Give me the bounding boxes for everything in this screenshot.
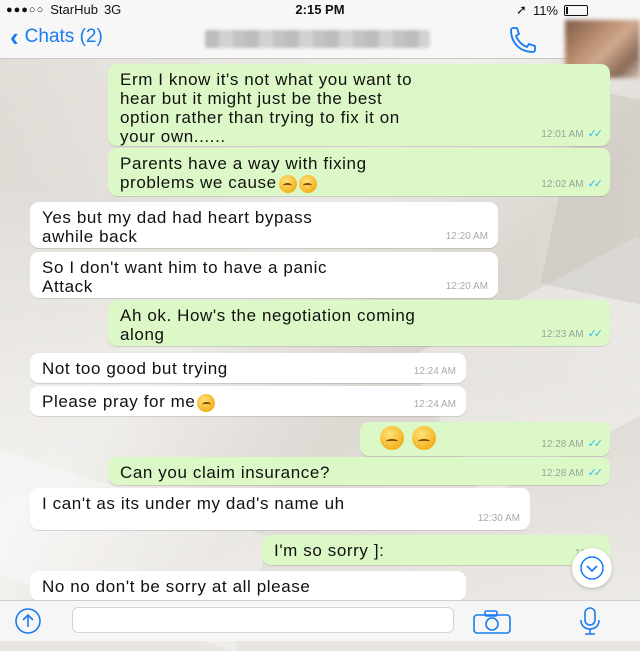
message-time: 12:28 AM bbox=[541, 439, 584, 450]
location-icon: ➚ bbox=[516, 2, 527, 17]
message-time: 12:28 AM bbox=[541, 468, 584, 479]
message-text: Not too good but trying bbox=[42, 359, 228, 378]
battery-icon bbox=[564, 4, 588, 16]
read-receipt-icon: ✓✓ bbox=[587, 328, 604, 340]
incoming-message[interactable]: So I don't want him to have a panic Atta… bbox=[30, 252, 498, 298]
incoming-message[interactable]: I can't as its under my dad's name uh 12:… bbox=[30, 488, 530, 530]
message-text: Can you claim insurance? bbox=[120, 463, 330, 482]
chat-header: ‹ Chats (2) bbox=[0, 20, 640, 78]
emoji-icon bbox=[278, 174, 297, 193]
message-text: Please pray for me bbox=[42, 392, 456, 412]
back-button[interactable]: ‹ Chats (2) bbox=[10, 22, 103, 52]
read-receipt-icon: ✓✓ bbox=[587, 438, 604, 450]
read-receipt-icon: ✓✓ bbox=[587, 467, 604, 479]
outgoing-message[interactable]: 12:28 AM ✓✓ bbox=[360, 422, 610, 456]
message-time: 12:30 AM bbox=[477, 513, 520, 524]
message-time: 12:23 AM bbox=[541, 329, 584, 340]
message-meta: 12:23 AM ✓✓ bbox=[541, 325, 604, 344]
message-meta: 12:02 AM ✓✓ bbox=[541, 175, 604, 194]
outgoing-message[interactable]: Ah ok. How's the negotiation coming alon… bbox=[108, 300, 610, 346]
incoming-message[interactable]: Yes but my dad had heart bypass awhile b… bbox=[30, 202, 498, 248]
outgoing-message[interactable]: Erm I know it's not what you want to hea… bbox=[108, 64, 610, 146]
camera-icon[interactable] bbox=[472, 609, 512, 635]
input-bar bbox=[0, 600, 640, 641]
outgoing-message[interactable]: Parents have a way with fixing problems … bbox=[108, 148, 610, 196]
message-text: Parents have a way with fixing problems … bbox=[120, 154, 367, 193]
battery-fill bbox=[566, 6, 569, 14]
message-text: I can't as its under my dad's name uh bbox=[42, 494, 345, 513]
message-input[interactable] bbox=[72, 607, 454, 633]
contact-name-redacted[interactable] bbox=[205, 30, 430, 48]
outgoing-message[interactable]: I'm so sorry ]:12:30 bbox=[262, 535, 610, 565]
chevron-down-icon bbox=[580, 556, 604, 580]
status-bar: ●●●○○ StarHub 3G 2:15 PM ➚ 11% bbox=[0, 0, 640, 20]
incoming-message[interactable]: Please pray for me 12:24 AM bbox=[30, 386, 466, 416]
emoji-icon bbox=[412, 426, 436, 450]
emoji-icon bbox=[197, 393, 216, 412]
battery-percent: 11% bbox=[532, 2, 558, 18]
message-text: Ah ok. How's the negotiation coming alon… bbox=[120, 306, 416, 344]
message-meta: 12:20 AM bbox=[446, 227, 488, 246]
message-time: 12:01 AM bbox=[541, 129, 584, 140]
message-meta: 12:30 AM bbox=[478, 509, 520, 528]
message-time: 12:24 AM bbox=[413, 399, 456, 410]
message-time: 12:02 AM bbox=[541, 179, 584, 190]
message-time: 12:20 AM bbox=[445, 281, 488, 292]
status-right: ➚ 11% bbox=[516, 2, 588, 18]
message-meta: 12:24 AM bbox=[414, 362, 456, 381]
incoming-message[interactable]: Not too good but trying 12:24 AM bbox=[30, 353, 466, 383]
message-text: So I don't want him to have a panic Atta… bbox=[42, 258, 328, 296]
message-text: No no don't be sorry at all please bbox=[42, 577, 311, 596]
message-list: Erm I know it's not what you want to hea… bbox=[0, 58, 640, 601]
emoji-icon bbox=[380, 426, 404, 450]
message-text: Yes but my dad had heart bypass awhile b… bbox=[42, 208, 313, 246]
back-button-label: Chats (2) bbox=[24, 26, 103, 47]
outgoing-message[interactable]: Can you claim insurance? 12:28 AM ✓✓ bbox=[108, 457, 610, 485]
message-meta: 12:01 AM ✓✓ bbox=[541, 125, 604, 144]
message-time: 12:20 AM bbox=[445, 231, 488, 242]
message-meta: 12:20 AM bbox=[446, 277, 488, 296]
scroll-to-bottom-button[interactable] bbox=[572, 548, 612, 588]
incoming-message[interactable]: No no don't be sorry at all please bbox=[30, 571, 466, 601]
phone-icon[interactable] bbox=[505, 24, 543, 54]
emoji-icon bbox=[298, 174, 317, 193]
read-receipt-icon: ✓✓ bbox=[587, 128, 604, 140]
message-text: I'm so sorry ]: bbox=[274, 541, 385, 560]
microphone-icon[interactable] bbox=[578, 606, 602, 636]
chevron-left-icon: ‹ bbox=[10, 22, 19, 52]
read-receipt-icon: ✓✓ bbox=[587, 178, 604, 190]
message-meta: 12:28 AM ✓✓ bbox=[541, 464, 604, 483]
message-meta: 12:24 AM bbox=[414, 395, 456, 414]
message-meta: 12:28 AM ✓✓ bbox=[541, 435, 604, 454]
attach-icon[interactable] bbox=[14, 607, 42, 635]
message-text: Erm I know it's not what you want to hea… bbox=[120, 70, 413, 146]
message-time: 12:24 AM bbox=[413, 366, 456, 377]
